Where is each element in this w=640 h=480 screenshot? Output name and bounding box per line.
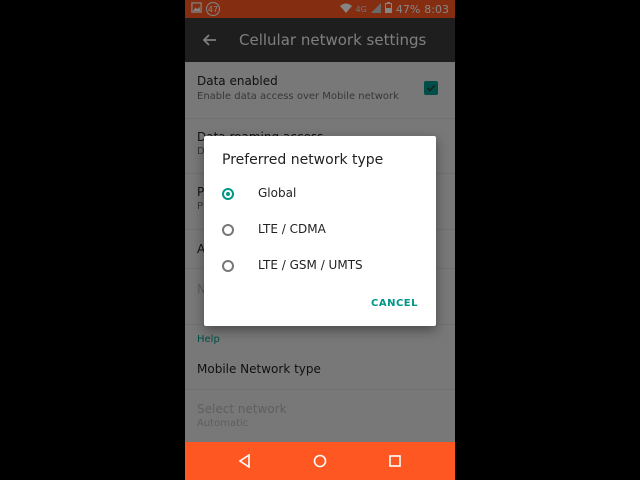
recents-nav-icon[interactable] xyxy=(386,452,404,470)
phone-screen: 47 4G 47% 8:03 Cellular network settings… xyxy=(185,0,455,480)
radio-lte-gsm-umts[interactable] xyxy=(222,260,234,272)
cancel-button[interactable]: CANCEL xyxy=(371,298,418,309)
navigation-bar xyxy=(185,442,455,480)
home-nav-icon[interactable] xyxy=(311,452,329,470)
option-label: LTE / GSM / UMTS xyxy=(258,258,363,272)
option-lte-cdma[interactable]: LTE / CDMA xyxy=(204,217,436,247)
preferred-network-dialog: Preferred network type Global LTE / CDMA… xyxy=(204,136,436,326)
option-label: LTE / CDMA xyxy=(258,222,326,236)
option-lte-gsm-umts[interactable]: LTE / GSM / UMTS xyxy=(204,253,436,283)
option-label: Global xyxy=(258,186,297,200)
option-global[interactable]: Global xyxy=(204,181,436,211)
radio-global[interactable] xyxy=(222,188,234,200)
radio-lte-cdma[interactable] xyxy=(222,224,234,236)
back-nav-icon[interactable] xyxy=(236,452,254,470)
dialog-title: Preferred network type xyxy=(222,152,384,168)
